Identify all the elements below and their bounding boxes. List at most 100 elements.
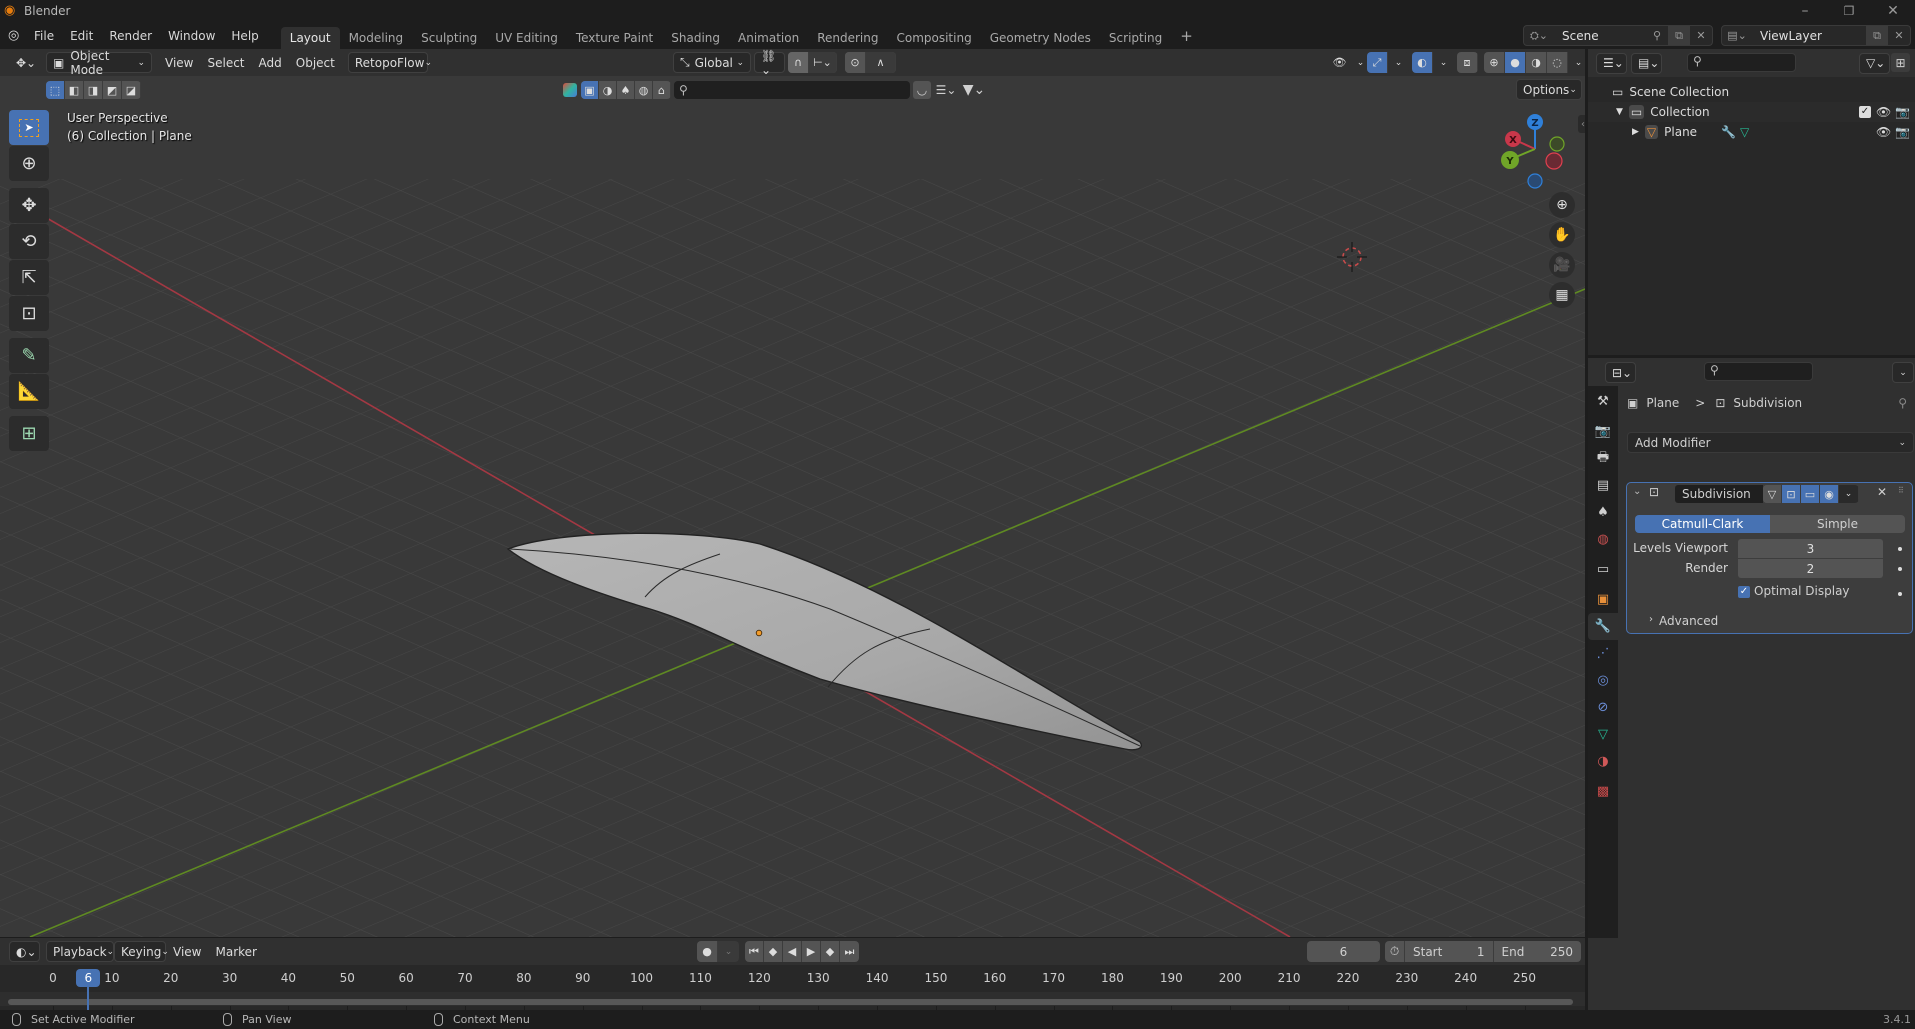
menu-view[interactable]: View	[158, 56, 200, 70]
render-levels-field[interactable]: 2	[1738, 559, 1883, 578]
edit-mode-cage-icon[interactable]: ▽	[1763, 485, 1782, 503]
close-button[interactable]: ✕	[1871, 0, 1915, 22]
workspace-tab-sculpting[interactable]: Sculpting	[412, 27, 486, 49]
outliner-search-input[interactable]: ⚲	[1687, 53, 1796, 72]
maximize-button[interactable]: ❐	[1827, 0, 1871, 22]
cursor-tool[interactable]: ⊕	[9, 146, 49, 181]
toggle-icon[interactable]: ◡	[913, 81, 931, 99]
timeline-scrollbar[interactable]	[8, 999, 1573, 1005]
levels-viewport-field[interactable]: 3	[1738, 539, 1883, 558]
falloff-icon[interactable]: ∧	[866, 52, 896, 73]
add-cube-tool[interactable]: ⊞	[9, 416, 49, 451]
tab-world[interactable]: ◍	[1588, 526, 1618, 553]
properties-editor-type[interactable]: ⊟⌄	[1605, 362, 1636, 383]
play-icon[interactable]: ▶	[802, 941, 821, 962]
selectability-icon[interactable]: 👁	[1329, 52, 1350, 73]
tab-view-layer[interactable]: ▤	[1588, 472, 1618, 499]
tab-scene[interactable]: ♠	[1588, 499, 1618, 526]
select-invert-icon[interactable]: ◩	[103, 81, 122, 99]
delete-view-layer-icon[interactable]: ✕	[1888, 26, 1910, 45]
display-mode-selector[interactable]: ▤⌄	[1631, 52, 1662, 74]
transform-orientation-selector[interactable]: ⤡ Global ⌄	[673, 52, 751, 73]
pin-icon[interactable]: ⚲	[1646, 26, 1668, 45]
workspace-tab-shading[interactable]: Shading	[662, 27, 729, 49]
optimal-display-checkbox[interactable]: ✓	[1738, 586, 1750, 598]
tab-texture[interactable]: ▩	[1588, 778, 1618, 805]
pin-icon[interactable]: ⚲	[1898, 396, 1907, 410]
workspace-tab-texture-paint[interactable]: Texture Paint	[567, 27, 662, 49]
workspace-tab-scripting[interactable]: Scripting	[1100, 27, 1171, 49]
transform-tool[interactable]: ⊡	[9, 296, 49, 331]
menu-render[interactable]: Render	[101, 29, 160, 43]
outliner-row-scene-collection[interactable]: ▭ Scene Collection	[1588, 82, 1915, 102]
remove-modifier-icon[interactable]: ✕	[1877, 485, 1887, 499]
rendered-shading-icon[interactable]: ◌	[1547, 52, 1568, 73]
object-icon[interactable]: ▣	[581, 81, 599, 99]
timeline-view-menu[interactable]: View	[166, 945, 208, 959]
animate-property-icon[interactable]	[1898, 592, 1902, 596]
workspace-tab-geometry-nodes[interactable]: Geometry Nodes	[981, 27, 1100, 49]
add-workspace-button[interactable]: +	[1171, 26, 1202, 49]
minimize-button[interactable]: –	[1783, 0, 1827, 22]
gizmo-icon[interactable]: ⤢	[1367, 52, 1388, 73]
advanced-subpanel[interactable]: Advanced	[1659, 614, 1718, 628]
outliner-row-plane[interactable]: ▶ ▽ Plane 🔧 ▽ 👁 📷	[1588, 122, 1915, 142]
modifier-wrench-icon[interactable]: 🔧	[1721, 125, 1736, 139]
render-display-icon[interactable]: ◉	[1820, 485, 1839, 503]
workspace-tab-compositing[interactable]: Compositing	[887, 27, 980, 49]
snap-toggle-icon[interactable]: ∩	[788, 52, 809, 73]
menu-add[interactable]: Add	[252, 56, 289, 70]
drag-handle-icon[interactable]: ⠿	[1898, 486, 1904, 495]
edit-mode-icon[interactable]: ⊡	[1782, 485, 1801, 503]
render-camera-icon[interactable]: 📷	[1895, 105, 1910, 119]
next-keyframe-icon[interactable]: ◆	[821, 941, 840, 962]
blender-menu-icon[interactable]: ◎	[8, 28, 26, 43]
view-layer-name[interactable]: ViewLayer	[1752, 29, 1866, 43]
editor-type-icon[interactable]: ✥⌄	[10, 52, 42, 73]
view-layer-selector[interactable]: ▤⌄ ViewLayer ⧉ ✕	[1721, 25, 1911, 46]
scale-tool[interactable]: ⇱	[9, 260, 49, 295]
workspace-tab-modeling[interactable]: Modeling	[340, 27, 413, 49]
tab-physics[interactable]: ◎	[1588, 667, 1618, 694]
solid-shading-icon[interactable]: ●	[1505, 52, 1526, 73]
workspace-tab-animation[interactable]: Animation	[729, 27, 808, 49]
add-modifier-dropdown[interactable]: Add Modifier ⌄	[1627, 432, 1914, 453]
navigation-gizmo[interactable]: Z X Y	[1495, 109, 1575, 189]
marker-menu[interactable]: Marker	[208, 945, 263, 959]
visibility-eye-icon[interactable]: 👁	[1876, 125, 1891, 139]
select-subtract-icon[interactable]: ◨	[84, 81, 103, 99]
render-camera-icon[interactable]: 📷	[1895, 125, 1910, 139]
overlay-icon[interactable]: ◐	[1412, 52, 1433, 73]
tab-object[interactable]: ▣	[1588, 586, 1618, 613]
workspace-tab-rendering[interactable]: Rendering	[808, 27, 887, 49]
start-frame-field[interactable]: Start 1	[1405, 941, 1494, 962]
animate-property-icon[interactable]	[1898, 547, 1902, 551]
current-frame-field[interactable]: 6	[1307, 941, 1380, 962]
menu-edit[interactable]: Edit	[62, 29, 101, 43]
perspective-toggle-button[interactable]: ▦	[1549, 282, 1575, 308]
tab-modifiers[interactable]: 🔧	[1588, 613, 1618, 640]
tab-data[interactable]: ▽	[1588, 721, 1618, 748]
wireframe-shading-icon[interactable]: ⊕	[1484, 52, 1505, 73]
realtime-display-icon[interactable]: ▭	[1801, 485, 1820, 503]
options-dropdown[interactable]: Options ⌄	[1516, 79, 1582, 100]
display-mode-icon[interactable]: ☰⌄	[931, 81, 961, 99]
color-icon[interactable]	[563, 83, 577, 97]
tab-tool[interactable]: ⚒	[1588, 388, 1618, 415]
play-reverse-icon[interactable]: ◀	[783, 941, 802, 962]
workspace-tab-layout[interactable]: Layout	[280, 27, 340, 49]
stopwatch-icon[interactable]: ⏱	[1385, 941, 1405, 962]
end-frame-field[interactable]: End 250	[1494, 941, 1582, 962]
overlay-toggle[interactable]: ◐ ⌄	[1412, 52, 1454, 73]
animate-property-icon[interactable]	[1898, 567, 1902, 571]
exclude-checkbox[interactable]: ✓	[1859, 106, 1871, 118]
pan-view-button[interactable]: ✋	[1549, 222, 1575, 248]
proportional-editing[interactable]: ⊙ ∧	[845, 52, 896, 73]
playback-menu[interactable]: Playback ⌄	[46, 941, 114, 962]
camera-view-button[interactable]: 🎥	[1549, 252, 1575, 278]
properties-options[interactable]: ⌄	[1892, 362, 1914, 383]
tab-material[interactable]: ◑	[1588, 748, 1618, 775]
shading-mode-group[interactable]: ⊕ ● ◑ ◌ ⌄	[1484, 52, 1585, 73]
playhead-frame-indicator[interactable]: 6	[76, 969, 101, 987]
properties-search-input[interactable]: ⚲	[1704, 362, 1813, 381]
